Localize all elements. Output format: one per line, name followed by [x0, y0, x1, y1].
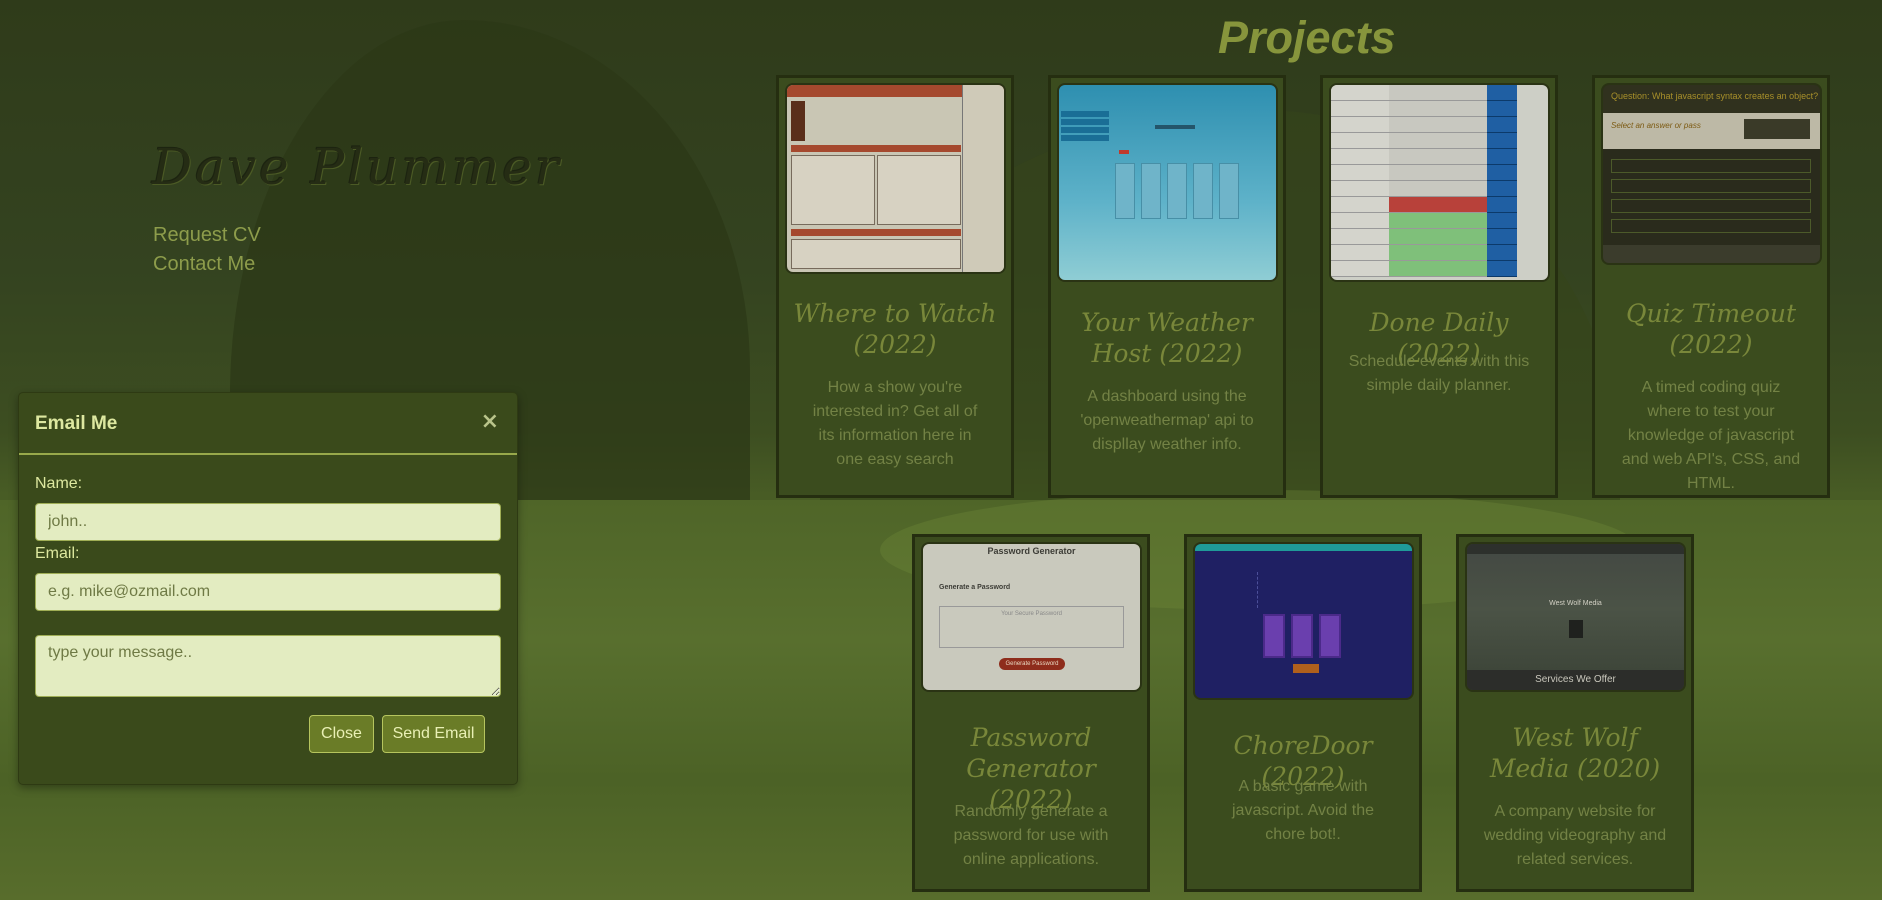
project-screenshot[interactable]: Password Generator Generate a Password Y… [921, 542, 1142, 692]
site-owner-name: Dave Plummer [152, 138, 562, 196]
project-title: Your Weather Host (2022) [1081, 308, 1253, 368]
request-cv-link[interactable]: Request CV [153, 224, 261, 247]
project-description: How a show you're interested in? Get all… [812, 379, 978, 468]
project-card-where-to-watch[interactable]: Where to Watch (2022) How a show you're … [776, 75, 1014, 498]
modal-title: Email Me [35, 413, 118, 434]
email-input[interactable] [35, 573, 501, 611]
project-card-your-weather-host[interactable]: Your Weather Host (2022) A dashboard usi… [1048, 75, 1286, 498]
project-description: A timed coding quiz where to test your k… [1621, 379, 1801, 492]
project-screenshot[interactable] [785, 83, 1006, 274]
projects-heading: Projects [1218, 12, 1396, 63]
project-card-west-wolf-media[interactable]: West Wolf Media Services We Offer West W… [1456, 534, 1694, 892]
project-description: Schedule events with this simple daily p… [1348, 353, 1530, 394]
project-screenshot[interactable]: West Wolf Media Services We Offer [1465, 542, 1686, 692]
send-email-button[interactable]: Send Email [382, 715, 485, 753]
project-screenshot[interactable] [1057, 83, 1278, 282]
project-description: A dashboard using the 'openweathermap' a… [1080, 388, 1254, 453]
project-description: Randomly generate a password for use wit… [953, 803, 1109, 868]
close-icon[interactable]: × [481, 409, 499, 434]
message-textarea[interactable] [35, 635, 501, 697]
project-title: Where to Watch (2022) [793, 299, 997, 359]
project-title: West Wolf Media (2020) [1489, 723, 1661, 783]
contact-me-link[interactable]: Contact Me [153, 253, 255, 276]
email-label: Email: [35, 545, 80, 562]
project-description: A basic game with javascript. Avoid the … [1231, 778, 1374, 843]
project-card-done-daily[interactable]: Done Daily (2022) Schedule events with t… [1320, 75, 1558, 498]
modal-header: Email Me × [19, 393, 517, 455]
project-screenshot[interactable]: Question: What javascript syntax creates… [1601, 83, 1822, 265]
close-button[interactable]: Close [309, 715, 374, 753]
name-input[interactable] [35, 503, 501, 541]
project-card-password-generator[interactable]: Password Generator Generate a Password Y… [912, 534, 1150, 892]
project-title: Quiz Timeout (2022) [1625, 299, 1797, 359]
project-screenshot[interactable] [1329, 83, 1550, 282]
email-me-modal: Email Me × Name: Email: Close Send Email [18, 392, 518, 785]
name-label: Name: [35, 475, 83, 492]
project-card-choredoor[interactable]: ChoreDoor (2022) A basic game with javas… [1184, 534, 1422, 892]
project-screenshot[interactable] [1193, 542, 1414, 700]
project-description: A company website for wedding videograph… [1483, 803, 1667, 868]
project-card-quiz-timeout[interactable]: Question: What javascript syntax creates… [1592, 75, 1830, 498]
